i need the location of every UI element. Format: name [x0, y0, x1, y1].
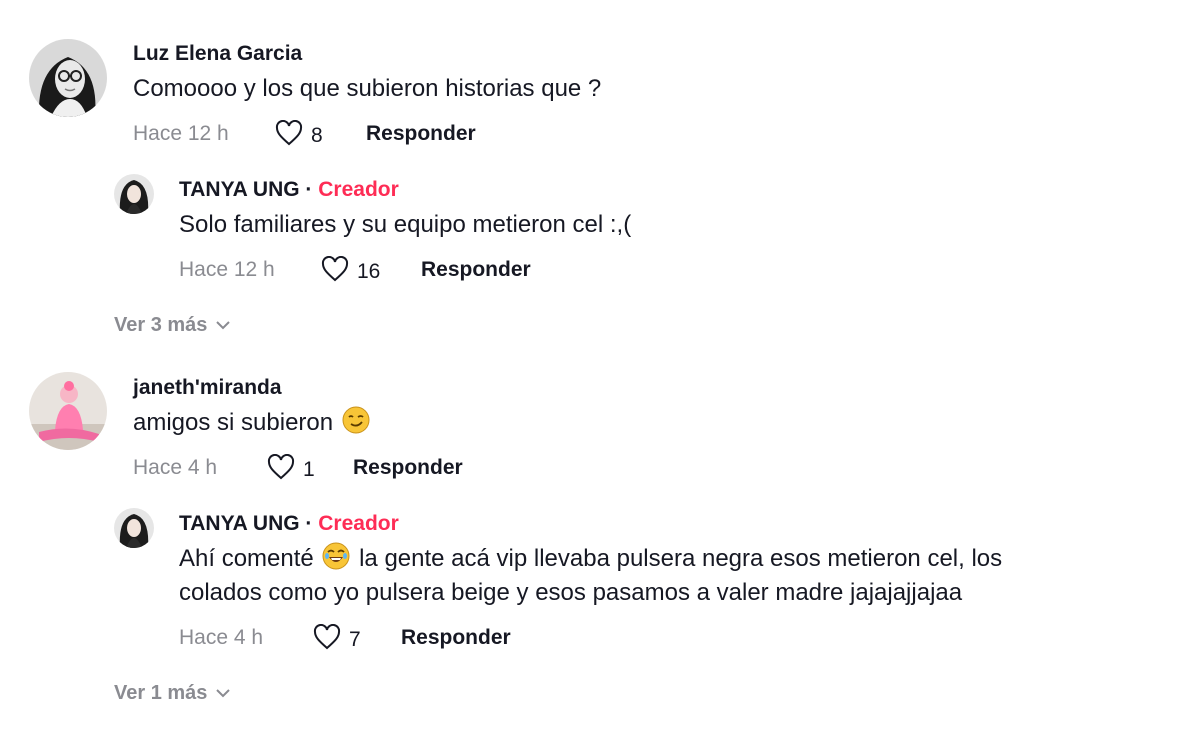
comment-timestamp: Hace 4 h [133, 456, 218, 479]
avatar-luz-elena-garcia[interactable] [29, 39, 107, 117]
comment-text-line: amigos si subieron [133, 406, 372, 444]
view-more-replies[interactable]: Ver 3 más [114, 314, 231, 337]
comment-text: amigos si subieron [133, 409, 334, 436]
view-more-label: Ver 1 más [114, 682, 208, 704]
heart-icon [267, 453, 295, 486]
reply-text-line-2: colados como yo pulsera beige y esos pas… [179, 579, 963, 606]
smirk-emoji-icon [342, 406, 370, 444]
like-count: 8 [311, 124, 323, 147]
comment-timestamp: Hace 12 h [133, 122, 229, 145]
avatar-janeth-miranda[interactable] [29, 372, 107, 450]
reply-button[interactable]: Responder [421, 258, 531, 282]
reply-timestamp: Hace 12 h [179, 258, 275, 281]
reply-author-line: TANYA UNG · Creador [179, 512, 399, 536]
avatar-tanya-ung[interactable] [114, 174, 154, 214]
creator-badge: Creador [318, 178, 399, 201]
view-more-label: Ver 3 más [114, 314, 208, 336]
reply-button[interactable]: Responder [353, 456, 463, 480]
reply-author[interactable]: TANYA UNG [179, 512, 300, 535]
laughing-emoji-icon [322, 542, 350, 580]
avatar-tanya-ung[interactable] [114, 508, 154, 548]
view-more-replies[interactable]: Ver 1 más [114, 682, 231, 705]
like-button[interactable]: 1 [267, 453, 315, 486]
comment-text: Comoooo y los que subieron historias que… [133, 75, 602, 102]
like-button[interactable]: 8 [275, 119, 323, 152]
reply-button[interactable]: Responder [401, 626, 511, 650]
comment-author[interactable]: Luz Elena Garcia [133, 42, 302, 66]
reply-timestamp: Hace 4 h [179, 626, 264, 649]
chevron-down-icon [215, 682, 231, 705]
heart-icon [321, 255, 349, 288]
reply-author[interactable]: TANYA UNG [179, 178, 300, 201]
reply-button[interactable]: Responder [366, 122, 476, 146]
like-button[interactable]: 16 [321, 255, 381, 288]
author-separator: · [305, 178, 313, 201]
reply-text-start: Ahí comenté [179, 545, 314, 572]
like-count: 1 [303, 458, 315, 481]
reply-text: Solo familiares y su equipo metieron cel… [179, 211, 632, 238]
heart-icon [313, 623, 341, 656]
chevron-down-icon [215, 314, 231, 337]
reply-text-line-1: Ahí comenté la gente acá vip llevaba pul… [179, 542, 1002, 580]
heart-icon [275, 119, 303, 152]
author-separator: · [305, 512, 313, 535]
reply-text-end: la gente acá vip llevaba pulsera negra e… [359, 545, 1003, 572]
creator-badge: Creador [318, 512, 399, 535]
like-count: 16 [357, 260, 381, 283]
like-button[interactable]: 7 [313, 623, 361, 656]
comment-author[interactable]: janeth'miranda [133, 376, 282, 400]
reply-author-line: TANYA UNG · Creador [179, 178, 399, 202]
like-count: 7 [349, 628, 361, 651]
